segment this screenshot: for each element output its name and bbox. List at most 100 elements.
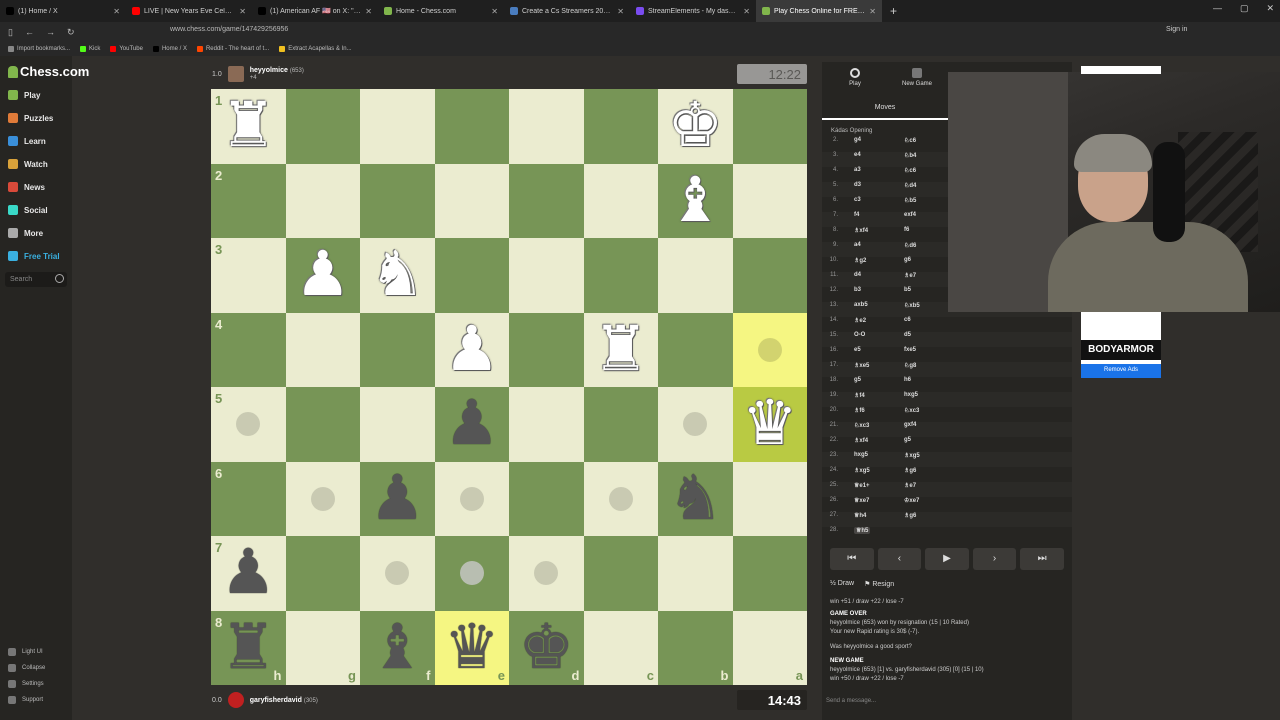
tab-moves[interactable]: Moves	[822, 100, 948, 120]
square-f4[interactable]	[360, 312, 435, 387]
white-move[interactable]: ♗xg5	[854, 467, 870, 474]
bookmark-item[interactable]: Import bookmarks...	[8, 46, 70, 52]
close-tab-icon[interactable]: ✕	[617, 7, 624, 16]
black-move[interactable]: b5	[904, 287, 911, 293]
white-king-icon[interactable]: ♚	[658, 89, 733, 164]
black-move[interactable]: ♘g8	[904, 362, 916, 369]
white-move[interactable]: ♗xe5	[854, 362, 869, 369]
white-move[interactable]: f4	[854, 212, 859, 218]
black-move[interactable]: ♗e7	[904, 272, 916, 279]
play-button[interactable]: ▶	[925, 548, 969, 570]
square-f1[interactable]	[360, 89, 435, 164]
sidebar-item-free-trial[interactable]: Free Trial	[8, 251, 60, 261]
advertisement[interactable]: BODYARMOR Remove Ads	[1081, 312, 1161, 378]
search-input[interactable]: Search	[5, 272, 67, 287]
square-g8[interactable]: g	[285, 610, 360, 685]
square-e8[interactable]: e ♛	[434, 610, 510, 686]
square-e3[interactable]	[434, 238, 509, 313]
close-tab-icon[interactable]: ✕	[869, 7, 876, 16]
opening-name[interactable]: Kádas Opening	[831, 128, 872, 134]
black-queen-icon[interactable]: ♛	[435, 611, 510, 686]
white-move[interactable]: hxg5	[854, 452, 868, 458]
black-move[interactable]: d5	[904, 332, 911, 338]
sidebar-item-more[interactable]: More	[8, 228, 43, 238]
white-move[interactable]: a3	[854, 167, 861, 173]
square-h5[interactable]: 5	[211, 387, 286, 462]
square-a6[interactable]	[732, 461, 807, 536]
forward-icon[interactable]: →	[46, 27, 55, 38]
bookmark-item[interactable]: Home / X	[152, 46, 187, 52]
square-d8[interactable]: d ♚	[509, 610, 584, 685]
black-move[interactable]: ♘d4	[904, 182, 916, 189]
move-hint-dot[interactable]	[459, 561, 484, 585]
chess-logo[interactable]: Chess.com	[8, 64, 89, 79]
black-move[interactable]: g5	[904, 437, 911, 443]
avatar[interactable]	[227, 692, 244, 708]
avatar[interactable]	[227, 66, 244, 82]
browser-tab[interactable]: LIVE | New Years Eve Celebratio ✕	[126, 0, 252, 22]
white-move[interactable]: e4	[854, 152, 861, 158]
square-g1[interactable]	[285, 89, 360, 164]
sidebar-item-social[interactable]: Social	[8, 205, 48, 215]
bookmark-item[interactable]: Extract Acapellas & In...	[279, 46, 352, 52]
browser-tab[interactable]: Play Chess Online for FREE - 2 ✕	[756, 0, 882, 22]
close-tab-icon[interactable]: ✕	[365, 7, 372, 16]
white-move[interactable]: g5	[854, 377, 861, 383]
square-c1[interactable]	[583, 89, 658, 164]
white-move[interactable]: O-O	[854, 332, 865, 338]
square-h8[interactable]: 8 h ♜	[211, 610, 286, 685]
white-move[interactable]: ♗e2	[854, 317, 866, 324]
square-b5[interactable]	[658, 387, 733, 462]
close-tab-icon[interactable]: ✕	[113, 7, 120, 16]
square-g7[interactable]	[285, 536, 360, 611]
white-rook-icon[interactable]: ♜	[211, 89, 286, 164]
white-move[interactable]: ♗f6	[854, 407, 865, 414]
square-d1[interactable]	[509, 89, 584, 164]
sidebar-footer-support[interactable]: Support	[8, 696, 43, 704]
new-tab-button[interactable]: +	[882, 4, 905, 18]
white-knight-icon[interactable]: ♞	[360, 238, 435, 313]
white-pawn-icon[interactable]: ♟	[286, 238, 361, 313]
square-h4[interactable]: 4	[211, 312, 286, 387]
black-pawn-icon[interactable]: ♟	[435, 387, 510, 462]
close-tab-icon[interactable]: ✕	[491, 7, 498, 16]
browser-tab[interactable]: StreamElements - My dashboa ✕	[630, 0, 756, 22]
square-d7[interactable]	[509, 536, 584, 611]
square-g2[interactable]	[285, 163, 360, 238]
black-move[interactable]: fxe5	[904, 347, 916, 353]
black-move[interactable]: ♘b5	[904, 197, 916, 204]
sidebar-footer-light-ui[interactable]: Light UI	[8, 648, 43, 656]
black-bishop-icon[interactable]: ♝	[360, 611, 435, 686]
white-bishop-icon[interactable]: ♝	[658, 164, 733, 239]
square-g4[interactable]	[285, 312, 360, 387]
previous-move-button[interactable]: ‹	[877, 548, 922, 570]
draw-button[interactable]: ½ Draw	[830, 580, 854, 588]
white-move[interactable]: c3	[854, 197, 861, 203]
square-a7[interactable]	[732, 536, 807, 611]
browser-tab[interactable]: Create a Cs Streamers 2025 Tie ✕	[504, 0, 630, 22]
square-d6[interactable]	[509, 461, 584, 536]
square-a1[interactable]	[732, 89, 807, 164]
white-move[interactable]: ♗xf4	[854, 227, 868, 234]
sidebar-item-play[interactable]: Play	[8, 90, 40, 100]
square-c4[interactable]: ♜	[583, 312, 659, 388]
square-b1[interactable]: ♚	[658, 89, 733, 164]
black-move[interactable]: ♘xc3	[904, 407, 919, 414]
square-f6[interactable]: ♟	[360, 461, 435, 537]
black-pawn-icon[interactable]: ♟	[360, 462, 435, 537]
move-hint-dot[interactable]	[608, 486, 633, 511]
bookmark-item[interactable]: YouTube	[110, 46, 143, 52]
square-e6[interactable]	[434, 461, 509, 536]
black-move[interactable]: ♘xb5	[904, 302, 920, 309]
square-h1[interactable]: 1 ♜	[211, 89, 286, 164]
reload-icon[interactable]: ↻	[67, 27, 75, 38]
sidebar-toggle-icon[interactable]: ▯	[8, 27, 13, 38]
square-e4[interactable]: ♟	[434, 312, 509, 387]
black-move[interactable]: c6	[904, 317, 911, 323]
square-f5[interactable]	[360, 387, 435, 462]
maximize-icon[interactable]: ▢	[1240, 3, 1249, 14]
square-c8[interactable]: c	[583, 610, 658, 685]
white-rook-icon[interactable]: ♜	[584, 313, 659, 388]
square-d3[interactable]	[509, 238, 584, 313]
black-move[interactable]: g6	[904, 257, 911, 263]
